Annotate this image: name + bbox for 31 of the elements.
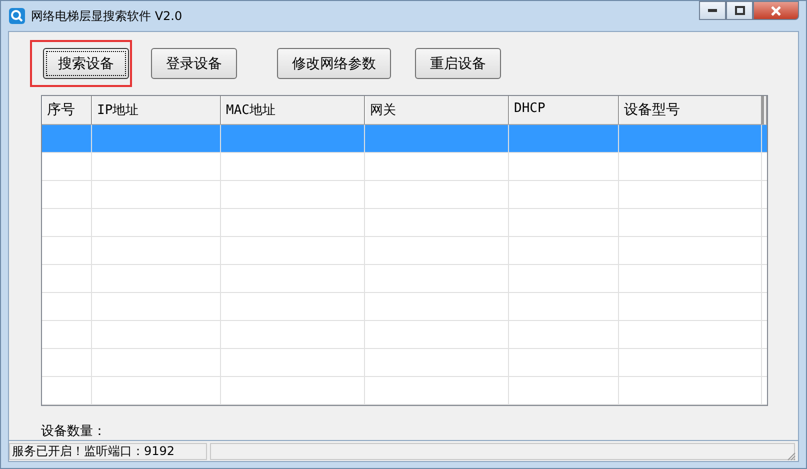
resize-grip-icon (786, 451, 796, 461)
close-button[interactable] (753, 1, 799, 20)
minimize-icon (708, 8, 717, 12)
column-header[interactable]: DHCP (509, 96, 619, 124)
push-button[interactable]: 搜索设备 (43, 48, 129, 79)
table-row[interactable] (42, 377, 767, 405)
table-row[interactable] (42, 181, 767, 209)
table-row[interactable] (42, 321, 767, 349)
push-button[interactable]: 登录设备 (151, 48, 237, 79)
maximize-icon (734, 6, 744, 15)
window-title: 网络电梯层显搜索软件 V2.0 (31, 8, 182, 24)
table-row[interactable] (42, 153, 767, 181)
push-button[interactable]: 重启设备 (415, 48, 501, 79)
search-icon (9, 8, 25, 24)
column-header[interactable]: 序号 (42, 96, 92, 124)
column-header[interactable]: MAC地址 (221, 96, 365, 124)
table-row[interactable] (42, 209, 767, 237)
table-row[interactable] (42, 237, 767, 265)
table-row[interactable] (42, 293, 767, 321)
device-count-label: 设备数量： (41, 423, 107, 440)
table-row[interactable] (42, 349, 767, 377)
column-header[interactable]: 网关 (365, 96, 509, 124)
column-header[interactable]: IP地址 (92, 96, 221, 124)
push-button[interactable]: 修改网络参数 (277, 48, 391, 79)
maximize-button[interactable] (726, 1, 753, 20)
column-header[interactable]: 设备型号 (619, 96, 762, 124)
close-icon (771, 6, 781, 16)
status-text: 服务已开启！监听端口：9192 (9, 442, 207, 460)
minimize-button[interactable] (699, 1, 726, 20)
table-row[interactable] (42, 125, 767, 153)
table-row[interactable] (42, 265, 767, 293)
